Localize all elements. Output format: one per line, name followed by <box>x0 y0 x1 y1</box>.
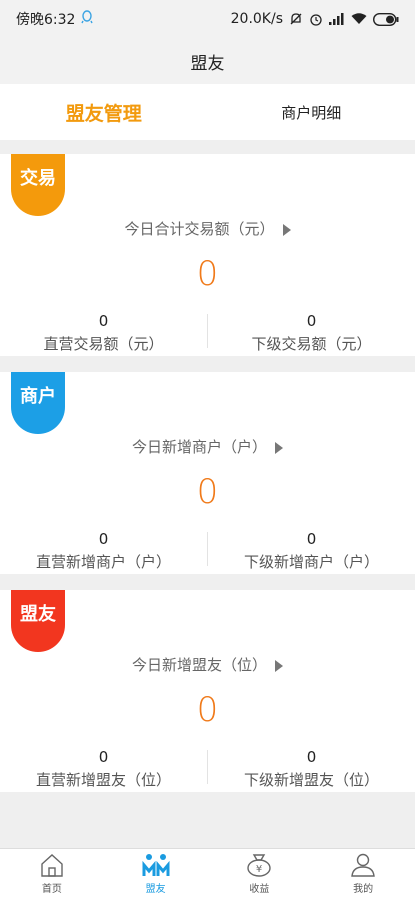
today-total-transaction-link[interactable]: 今日合计交易额（元） <box>0 218 415 239</box>
direct-label: 直营新增盟友（位） <box>35 771 171 789</box>
subordinate-label: 下级交易额（元） <box>251 335 372 353</box>
today-total-value: 0 <box>196 254 219 294</box>
subordinate-value: 0 <box>306 748 317 766</box>
caret-right-icon <box>275 659 283 672</box>
nav-earnings-label: 收益 <box>249 884 270 895</box>
header: 盟友 <box>0 38 415 84</box>
user-icon <box>350 853 376 880</box>
tab-ally-management[interactable]: 盟友管理 <box>0 84 208 140</box>
subordinate-stat: 0 下级交易额（元） <box>208 312 415 354</box>
nav-home[interactable]: 首页 <box>0 849 104 900</box>
today-new-allies-link[interactable]: 今日新增盟友（位） <box>0 654 415 675</box>
money-bag-icon: ¥ <box>246 853 272 880</box>
caret-right-icon <box>282 223 291 236</box>
nav-mine-label: 我的 <box>353 884 374 895</box>
signal-icon <box>329 13 345 25</box>
nav-earnings[interactable]: ¥ 收益 <box>208 849 312 900</box>
status-bar: 傍晚6:32 20.0K/s <box>0 0 415 38</box>
nav-allies-label: 盟友 <box>145 884 166 895</box>
transaction-card: 交易 今日合计交易额（元） 0 0 直营交易额（元） 0 下级交易额（元） <box>0 154 415 356</box>
qq-icon <box>81 10 94 28</box>
wifi-icon <box>351 13 367 25</box>
subordinate-label: 下级新增盟友（位） <box>243 771 379 789</box>
today-new-merchants-link[interactable]: 今日新增商户（户） <box>0 436 415 457</box>
subordinate-stat: 0 下级新增盟友（位） <box>208 748 415 790</box>
allies-icon <box>142 853 170 880</box>
direct-label: 直营交易额（元） <box>43 335 164 353</box>
direct-stat: 0 直营新增商户（户） <box>0 530 207 572</box>
page-title: 盟友 <box>190 53 225 74</box>
direct-value: 0 <box>98 748 109 766</box>
network-speed: 20.0K/s <box>230 11 283 27</box>
direct-stat: 0 直营交易额（元） <box>0 312 207 354</box>
ally-card: 盟友 今日新增盟友（位） 0 0 直营新增盟友（位） 0 下级新增盟友（位） <box>0 590 415 792</box>
card-title-label: 今日新增盟友（位） <box>131 656 267 674</box>
today-total-value: 0 <box>196 472 219 512</box>
bottom-nav: 首页 盟友 ¥ 收益 我的 <box>0 848 415 900</box>
direct-value: 0 <box>98 530 109 548</box>
transaction-badge: 交易 <box>11 154 65 216</box>
merchant-badge: 商户 <box>11 372 65 434</box>
merchant-card: 商户 今日新增商户（户） 0 0 直营新增商户（户） 0 下级新增商户（户） <box>0 372 415 574</box>
direct-stat: 0 直营新增盟友（位） <box>0 748 207 790</box>
svg-text:¥: ¥ <box>256 864 262 875</box>
mute-bell-icon <box>289 12 303 26</box>
alarm-icon <box>309 12 323 26</box>
nav-allies[interactable]: 盟友 <box>104 849 208 900</box>
tab-bar: 盟友管理 商户明细 <box>0 84 415 140</box>
today-total-value: 0 <box>196 690 219 730</box>
card-title-label: 今日新增商户（户） <box>131 438 267 456</box>
home-icon <box>39 853 65 880</box>
nav-mine[interactable]: 我的 <box>311 849 415 900</box>
ally-badge: 盟友 <box>11 590 65 652</box>
subordinate-stat: 0 下级新增商户（户） <box>208 530 415 572</box>
caret-right-icon <box>275 441 283 454</box>
subordinate-label: 下级新增商户（户） <box>243 553 379 571</box>
tab-merchant-details[interactable]: 商户明细 <box>208 84 415 140</box>
direct-value: 0 <box>98 312 109 330</box>
card-title-label: 今日合计交易额（元） <box>124 220 275 238</box>
status-time: 傍晚6:32 <box>16 12 76 28</box>
battery-icon <box>373 12 399 26</box>
subordinate-value: 0 <box>306 530 317 548</box>
direct-label: 直营新增商户（户） <box>35 553 171 571</box>
subordinate-value: 0 <box>306 312 317 330</box>
nav-home-label: 首页 <box>41 884 62 895</box>
